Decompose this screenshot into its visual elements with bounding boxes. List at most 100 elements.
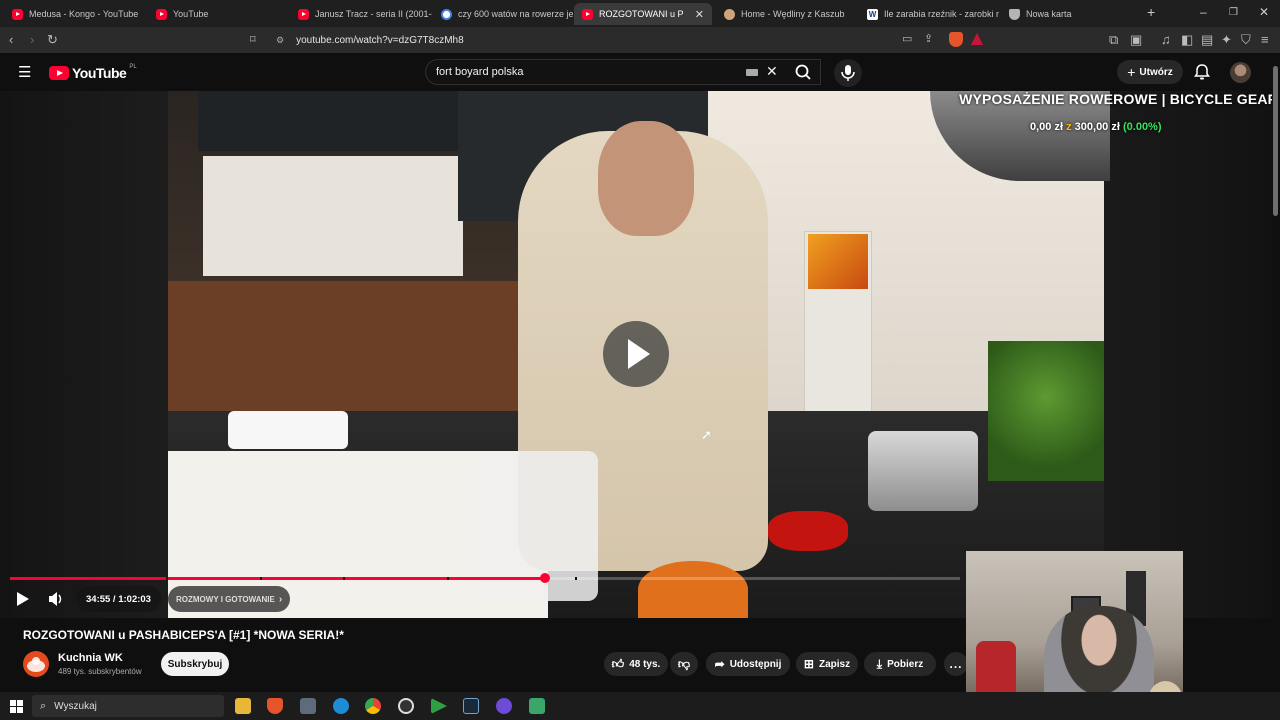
app-green-icon[interactable] — [529, 698, 545, 714]
brave-rewards-icon[interactable] — [971, 33, 983, 45]
download-icon: ⤓ — [876, 656, 883, 671]
notifications-bell-icon[interactable] — [1193, 63, 1211, 81]
obs-icon[interactable] — [398, 698, 414, 714]
edge-icon[interactable] — [333, 698, 349, 714]
forward-icon[interactable]: › — [30, 32, 34, 47]
app-icon[interactable] — [300, 698, 316, 714]
restore-icon[interactable]: ❐ — [1229, 7, 1238, 18]
new-tab-button[interactable]: + — [1147, 4, 1155, 20]
donation-separator: z — [1066, 121, 1072, 133]
like-count: 48 tys. — [629, 658, 661, 670]
chrome-icon[interactable] — [365, 698, 381, 714]
volume-icon[interactable] — [46, 590, 66, 608]
youtube-logo[interactable]: YouTube PL — [49, 64, 137, 81]
chapter-button[interactable]: ROZMOWY I GOTOWANIE › — [168, 586, 291, 612]
wallet-icon[interactable]: ▣ — [1130, 32, 1142, 48]
ai-icon[interactable]: ✦ — [1221, 32, 1232, 48]
minimize-icon[interactable]: – — [1200, 5, 1207, 19]
tab-title: YouTube — [173, 9, 209, 19]
screen-icon[interactable]: ▭ — [902, 32, 912, 45]
scrollbar-thumb[interactable] — [1273, 66, 1278, 216]
browser-tab[interactable]: czy 600 watów na rowerze jest — [433, 3, 573, 25]
search-icon — [795, 64, 811, 80]
youtube-favicon-icon — [12, 8, 23, 20]
sidebar-icon[interactable]: ◧ — [1181, 32, 1193, 48]
browser-tab[interactable]: W Ile zarabia rzeźnik - zarobki rzeź — [859, 3, 999, 25]
chapter-title: ROZMOWY I GOTOWANIE — [176, 594, 275, 604]
channel-name[interactable]: Kuchnia WK — [58, 652, 123, 664]
address-bar[interactable]: ⚙ youtube.com/watch?v=dzG7T8czMh8 — [268, 30, 994, 50]
search-button[interactable] — [785, 59, 821, 85]
browser-tab[interactable]: Nowa karta — [1001, 3, 1141, 25]
browser-tab[interactable]: Janusz Tracz - seria II (2001-02) — [290, 3, 432, 25]
channel-avatar[interactable] — [23, 651, 49, 677]
donation-current: 0,00 zł — [1030, 121, 1064, 133]
progress-scrubber-handle[interactable] — [539, 573, 550, 583]
windows-taskbar: ⌕ Wyszukaj — [0, 692, 1280, 720]
upper-cabinets — [198, 91, 458, 151]
site-info-icon[interactable]: ⚙ — [276, 35, 284, 46]
brave-browser-icon[interactable] — [267, 698, 283, 714]
browser-tab[interactable]: Home - Wędliny z Kaszub — [716, 3, 856, 25]
taskbar-search[interactable]: ⌕ Wyszukaj — [32, 695, 224, 717]
windows-start-icon[interactable] — [10, 700, 23, 713]
brave-shield-icon[interactable] — [949, 32, 963, 47]
chapter-marker — [166, 577, 168, 580]
voice-search-button[interactable] — [834, 59, 862, 87]
clear-search-icon[interactable]: ✕ — [766, 63, 778, 80]
menu-icon[interactable]: ≡ — [1261, 32, 1269, 47]
keyboard-icon[interactable] — [746, 69, 758, 76]
back-icon[interactable]: ‹ — [9, 32, 13, 47]
wallet-card-icon[interactable]: ▤ — [1201, 32, 1213, 48]
file-explorer-icon[interactable] — [235, 698, 251, 714]
more-actions-button[interactable]: ... — [944, 652, 968, 676]
media-player-icon[interactable] — [431, 698, 447, 714]
video-player[interactable]: WYPOSAŻENIE ROWEROWE | BICYCLE GEAR 0,00… — [0, 91, 1280, 618]
hamburger-menu-icon[interactable]: ☰ — [18, 63, 31, 81]
person-head — [598, 121, 694, 236]
youtube-favicon-icon — [582, 8, 593, 20]
share-button[interactable]: ➦ Udostępnij — [706, 652, 790, 676]
tab-title: Nowa karta — [1026, 9, 1072, 19]
extensions-icon[interactable]: ⧉ — [1109, 32, 1118, 48]
create-button[interactable]: + Utwórz — [1117, 60, 1183, 84]
media-icon[interactable]: ♫ — [1161, 32, 1171, 47]
tab-title: ROZGOTOWANI u PASHABI — [599, 9, 683, 19]
player-controls: 34:55 / 1:02:03 ROZMOWY I GOTOWANIE › — [0, 586, 700, 612]
browser-tab-strip: Medusa - Kongo - YouTube YouTube Janusz … — [0, 0, 1280, 27]
tab-title: Ile zarabia rzeźnik - zarobki rzeź — [884, 9, 999, 19]
subscribe-button[interactable]: Subskrybuj — [161, 652, 229, 676]
user-avatar[interactable] — [1230, 62, 1251, 83]
bookmark-icon[interactable]: ⌑ — [250, 33, 256, 46]
download-button[interactable]: ⤓ Pobierz — [864, 652, 936, 676]
progress-bar[interactable] — [10, 573, 960, 583]
chapter-marker — [260, 577, 262, 580]
steam-icon[interactable] — [463, 698, 479, 714]
close-tab-icon[interactable]: ✕ — [695, 8, 704, 21]
plus-icon: + — [1127, 64, 1136, 80]
browser-tab[interactable]: YouTube — [148, 3, 290, 25]
share-icon[interactable]: ⇪ — [924, 32, 933, 45]
reload-icon[interactable]: ↻ — [47, 32, 58, 48]
page-scrollbar[interactable] — [1272, 56, 1280, 692]
thumbs-down-icon: 👎︎ — [677, 656, 691, 671]
search-input[interactable]: fort boyard polska ✕ — [425, 59, 821, 85]
search-icon: ⌕ — [40, 699, 47, 712]
open-shelves — [203, 156, 463, 276]
browser-tab[interactable]: Medusa - Kongo - YouTube — [4, 3, 146, 25]
browser-tab-active[interactable]: ROZGOTOWANI u PASHABI ✕ — [574, 3, 712, 25]
brave-shield-favicon-icon — [1009, 8, 1020, 20]
download-label: Pobierz — [887, 658, 924, 670]
youtube-favicon-icon — [298, 8, 309, 20]
vpn-icon[interactable]: ⛉ — [1241, 32, 1251, 48]
big-play-button[interactable] — [603, 321, 669, 387]
save-button[interactable]: ⊞ Zapisz — [796, 652, 858, 676]
chevron-right-icon: › — [278, 593, 283, 605]
player-letterbox-left — [0, 91, 168, 618]
like-button[interactable]: 👍︎ 48 tys. — [604, 652, 668, 676]
close-window-icon[interactable]: ✕ — [1259, 5, 1269, 19]
dislike-button[interactable]: 👎︎ — [670, 652, 698, 676]
region-code: PL — [129, 64, 137, 70]
play-icon[interactable] — [12, 590, 32, 608]
messenger-icon[interactable] — [496, 698, 512, 714]
